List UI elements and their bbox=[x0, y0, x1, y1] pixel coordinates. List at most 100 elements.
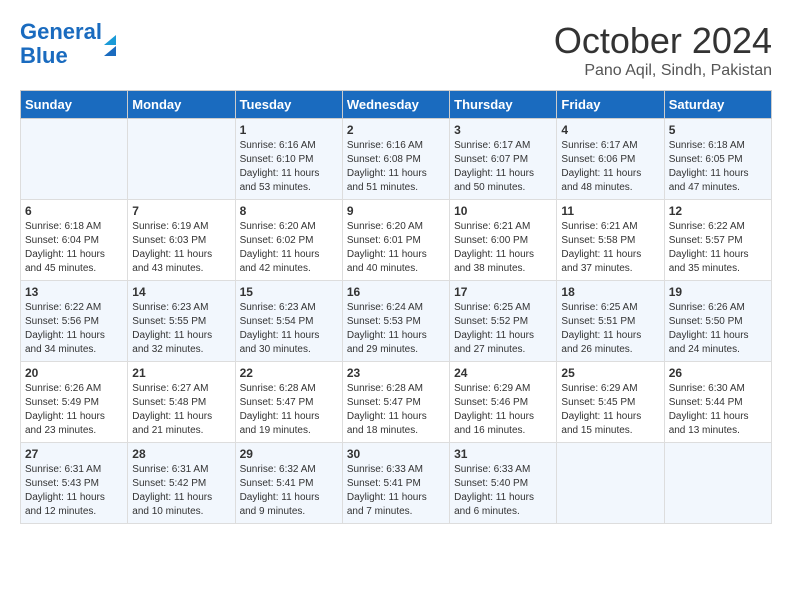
day-number: 4 bbox=[561, 123, 659, 137]
day-number: 31 bbox=[454, 447, 552, 461]
calendar-cell: 16 Sunrise: 6:24 AMSunset: 5:53 PMDayligh… bbox=[342, 281, 449, 362]
day-info: Sunrise: 6:26 AMSunset: 5:49 PMDaylight:… bbox=[25, 382, 123, 438]
calendar-cell: 11Sunrise: 6:21 AMSunset: 5:58 PMDayligh… bbox=[557, 200, 664, 281]
day-number: 10 bbox=[454, 204, 552, 218]
day-number: 20 bbox=[25, 366, 123, 380]
day-number: 1 bbox=[240, 123, 338, 137]
calendar-cell: 25 Sunrise: 6:29 AMSunset: 5:45 PMDayligh… bbox=[557, 362, 664, 443]
day-info: Sunrise: 6:21 AMSunset: 5:58 PMDaylight:… bbox=[561, 220, 659, 276]
day-info: Sunrise: 6:31 AMSunset: 5:42 PMDaylight:… bbox=[132, 463, 230, 519]
calendar-cell: 18 Sunrise: 6:25 AMSunset: 5:51 PMDayligh… bbox=[557, 281, 664, 362]
day-number: 7 bbox=[132, 204, 230, 218]
calendar-cell: 20 Sunrise: 6:26 AMSunset: 5:49 PMDayligh… bbox=[21, 362, 128, 443]
day-number: 26 bbox=[669, 366, 767, 380]
day-info: Sunrise: 6:33 AMSunset: 5:40 PMDaylight:… bbox=[454, 463, 552, 519]
day-info: Sunrise: 6:18 AMSunset: 6:05 PMDaylight:… bbox=[669, 139, 767, 195]
logo-blue: Blue bbox=[20, 43, 68, 68]
day-info: Sunrise: 6:27 AMSunset: 5:48 PMDaylight:… bbox=[132, 382, 230, 438]
calendar-cell: 12 Sunrise: 6:22 AMSunset: 5:57 PMDayligh… bbox=[664, 200, 771, 281]
day-info: Sunrise: 6:30 AMSunset: 5:44 PMDaylight:… bbox=[669, 382, 767, 438]
calendar-cell: 29 Sunrise: 6:32 AMSunset: 5:41 PMDayligh… bbox=[235, 443, 342, 524]
day-number: 13 bbox=[25, 285, 123, 299]
logo-icon-top bbox=[104, 35, 116, 45]
weekday-header-friday: Friday bbox=[557, 91, 664, 119]
day-info: Sunrise: 6:17 AMSunset: 6:06 PMDaylight:… bbox=[561, 139, 659, 195]
weekday-header-tuesday: Tuesday bbox=[235, 91, 342, 119]
day-number: 19 bbox=[669, 285, 767, 299]
logo-icon-bottom bbox=[104, 46, 116, 56]
calendar-cell: 17Sunrise: 6:25 AMSunset: 5:52 PMDayligh… bbox=[450, 281, 557, 362]
day-info: Sunrise: 6:25 AMSunset: 5:52 PMDaylight:… bbox=[454, 301, 552, 357]
day-number: 9 bbox=[347, 204, 445, 218]
day-info: Sunrise: 6:31 AMSunset: 5:43 PMDaylight:… bbox=[25, 463, 123, 519]
day-info: Sunrise: 6:23 AMSunset: 5:54 PMDaylight:… bbox=[240, 301, 338, 357]
day-info: Sunrise: 6:24 AMSunset: 5:53 PMDaylight:… bbox=[347, 301, 445, 357]
calendar-cell: 3 Sunrise: 6:17 AMSunset: 6:07 PMDaylight… bbox=[450, 119, 557, 200]
day-number: 22 bbox=[240, 366, 338, 380]
calendar-cell: 10Sunrise: 6:21 AMSunset: 6:00 PMDayligh… bbox=[450, 200, 557, 281]
day-info: Sunrise: 6:20 AMSunset: 6:02 PMDaylight:… bbox=[240, 220, 338, 276]
calendar-cell bbox=[557, 443, 664, 524]
calendar-cell: 27 Sunrise: 6:31 AMSunset: 5:43 PMDayligh… bbox=[21, 443, 128, 524]
calendar-cell: 15 Sunrise: 6:23 AMSunset: 5:54 PMDayligh… bbox=[235, 281, 342, 362]
day-number: 8 bbox=[240, 204, 338, 218]
calendar-cell: 2 Sunrise: 6:16 AMSunset: 6:08 PMDaylight… bbox=[342, 119, 449, 200]
day-number: 18 bbox=[561, 285, 659, 299]
calendar-cell: 6 Sunrise: 6:18 AMSunset: 6:04 PMDaylight… bbox=[21, 200, 128, 281]
day-info: Sunrise: 6:23 AMSunset: 5:55 PMDaylight:… bbox=[132, 301, 230, 357]
calendar-cell: 23Sunrise: 6:28 AMSunset: 5:47 PMDayligh… bbox=[342, 362, 449, 443]
calendar-cell: 24Sunrise: 6:29 AMSunset: 5:46 PMDayligh… bbox=[450, 362, 557, 443]
calendar-cell: 30Sunrise: 6:33 AMSunset: 5:41 PMDayligh… bbox=[342, 443, 449, 524]
day-info: Sunrise: 6:26 AMSunset: 5:50 PMDaylight:… bbox=[669, 301, 767, 357]
calendar-cell: 19 Sunrise: 6:26 AMSunset: 5:50 PMDayligh… bbox=[664, 281, 771, 362]
calendar-cell: 9 Sunrise: 6:20 AMSunset: 6:01 PMDaylight… bbox=[342, 200, 449, 281]
day-number: 25 bbox=[561, 366, 659, 380]
day-number: 23 bbox=[347, 366, 445, 380]
calendar-week-5: 27 Sunrise: 6:31 AMSunset: 5:43 PMDayligh… bbox=[21, 443, 772, 524]
month-title: October 2024 bbox=[554, 20, 772, 62]
day-info: Sunrise: 6:28 AMSunset: 5:47 PMDaylight:… bbox=[240, 382, 338, 438]
calendar-cell bbox=[664, 443, 771, 524]
day-info: Sunrise: 6:25 AMSunset: 5:51 PMDaylight:… bbox=[561, 301, 659, 357]
page-header: General Blue October 2024 Pano Aqil, Sin… bbox=[20, 20, 772, 80]
day-number: 21 bbox=[132, 366, 230, 380]
calendar-cell bbox=[128, 119, 235, 200]
day-info: Sunrise: 6:33 AMSunset: 5:41 PMDaylight:… bbox=[347, 463, 445, 519]
weekday-header-wednesday: Wednesday bbox=[342, 91, 449, 119]
day-info: Sunrise: 6:22 AMSunset: 5:57 PMDaylight:… bbox=[669, 220, 767, 276]
day-number: 29 bbox=[240, 447, 338, 461]
logo-general: General bbox=[20, 19, 102, 44]
day-number: 15 bbox=[240, 285, 338, 299]
day-number: 14 bbox=[132, 285, 230, 299]
day-info: Sunrise: 6:19 AMSunset: 6:03 PMDaylight:… bbox=[132, 220, 230, 276]
calendar-cell: 13 Sunrise: 6:22 AMSunset: 5:56 PMDayligh… bbox=[21, 281, 128, 362]
logo: General Blue bbox=[20, 20, 116, 68]
day-number: 28 bbox=[132, 447, 230, 461]
calendar-cell bbox=[21, 119, 128, 200]
day-number: 5 bbox=[669, 123, 767, 137]
calendar-cell: 26 Sunrise: 6:30 AMSunset: 5:44 PMDayligh… bbox=[664, 362, 771, 443]
day-number: 16 bbox=[347, 285, 445, 299]
day-number: 6 bbox=[25, 204, 123, 218]
weekday-header-monday: Monday bbox=[128, 91, 235, 119]
location: Pano Aqil, Sindh, Pakistan bbox=[554, 62, 772, 80]
calendar-cell: 28 Sunrise: 6:31 AMSunset: 5:42 PMDayligh… bbox=[128, 443, 235, 524]
calendar-cell: 31 Sunrise: 6:33 AMSunset: 5:40 PMDayligh… bbox=[450, 443, 557, 524]
day-info: Sunrise: 6:17 AMSunset: 6:07 PMDaylight:… bbox=[454, 139, 552, 195]
day-info: Sunrise: 6:16 AMSunset: 6:10 PMDaylight:… bbox=[240, 139, 338, 195]
calendar-cell: 21 Sunrise: 6:27 AMSunset: 5:48 PMDayligh… bbox=[128, 362, 235, 443]
day-info: Sunrise: 6:20 AMSunset: 6:01 PMDaylight:… bbox=[347, 220, 445, 276]
weekday-header-thursday: Thursday bbox=[450, 91, 557, 119]
day-number: 12 bbox=[669, 204, 767, 218]
day-info: Sunrise: 6:16 AMSunset: 6:08 PMDaylight:… bbox=[347, 139, 445, 195]
calendar-week-3: 13 Sunrise: 6:22 AMSunset: 5:56 PMDayligh… bbox=[21, 281, 772, 362]
day-number: 2 bbox=[347, 123, 445, 137]
day-info: Sunrise: 6:29 AMSunset: 5:45 PMDaylight:… bbox=[561, 382, 659, 438]
day-info: Sunrise: 6:18 AMSunset: 6:04 PMDaylight:… bbox=[25, 220, 123, 276]
calendar-cell: 4 Sunrise: 6:17 AMSunset: 6:06 PMDaylight… bbox=[557, 119, 664, 200]
calendar-cell: 8 Sunrise: 6:20 AMSunset: 6:02 PMDaylight… bbox=[235, 200, 342, 281]
day-info: Sunrise: 6:32 AMSunset: 5:41 PMDaylight:… bbox=[240, 463, 338, 519]
day-number: 3 bbox=[454, 123, 552, 137]
day-number: 27 bbox=[25, 447, 123, 461]
day-info: Sunrise: 6:22 AMSunset: 5:56 PMDaylight:… bbox=[25, 301, 123, 357]
